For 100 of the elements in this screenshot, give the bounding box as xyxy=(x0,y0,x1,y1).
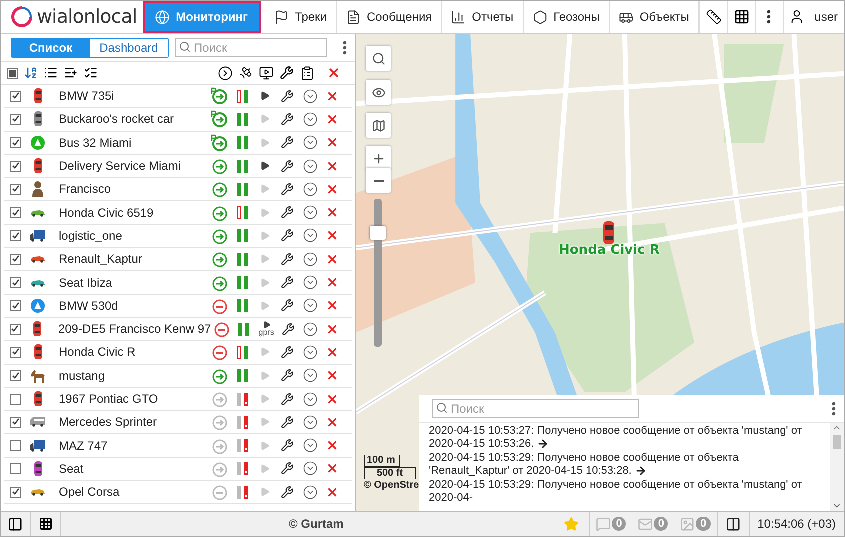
wrench-icon[interactable] xyxy=(281,462,294,476)
row-checkbox[interactable] xyxy=(10,346,21,358)
zoom-slider-thumb[interactable] xyxy=(370,226,386,240)
row-checkbox[interactable] xyxy=(10,440,21,452)
row-checkbox[interactable] xyxy=(10,463,21,474)
unit-name[interactable]: Mercedes Sprinter xyxy=(59,415,209,430)
row-checkbox[interactable] xyxy=(10,486,21,498)
delete-icon[interactable] xyxy=(326,136,340,150)
sort-button[interactable] xyxy=(24,66,38,80)
row-checkbox[interactable] xyxy=(10,184,21,195)
wrench-icon[interactable] xyxy=(282,322,296,336)
wrench-icon[interactable] xyxy=(281,346,294,359)
dropdown-icon[interactable] xyxy=(302,414,318,430)
unit-name[interactable]: Bus 32 Miami xyxy=(59,136,209,150)
more-button[interactable] xyxy=(832,402,836,416)
monitor-button[interactable] xyxy=(259,66,274,80)
wrench-icon[interactable] xyxy=(281,90,294,103)
unit-name[interactable]: BMW 530d xyxy=(59,298,209,313)
user-name[interactable]: user xyxy=(810,1,844,33)
wrench-icon[interactable] xyxy=(281,182,294,196)
wrench-icon[interactable] xyxy=(281,206,294,220)
wrench-icon[interactable] xyxy=(281,416,294,429)
dropdown-icon[interactable] xyxy=(302,88,318,104)
search-field[interactable]: Поиск xyxy=(175,38,327,57)
delete-icon[interactable] xyxy=(326,160,340,173)
unit-name[interactable]: MAZ 747 xyxy=(59,438,209,453)
wrench-icon[interactable] xyxy=(281,299,294,312)
clipboard-button[interactable] xyxy=(300,66,315,80)
delete-icon[interactable] xyxy=(326,276,340,290)
wrench-icon[interactable] xyxy=(281,160,294,173)
car-marker-icon[interactable] xyxy=(603,221,616,245)
row-checkbox[interactable] xyxy=(10,254,21,265)
unit-name[interactable]: 1967 Pontiac GTO xyxy=(59,392,209,406)
dropdown-icon[interactable] xyxy=(302,205,318,220)
row-checkbox[interactable] xyxy=(10,207,21,218)
dropdown-icon[interactable] xyxy=(303,322,318,337)
dropdown-icon[interactable] xyxy=(302,112,318,127)
delete-icon[interactable] xyxy=(326,182,340,196)
select-all-checkbox[interactable] xyxy=(7,68,18,78)
dropdown-icon[interactable] xyxy=(302,298,318,314)
more-button[interactable] xyxy=(343,40,347,54)
unit-name[interactable]: Honda Civic R xyxy=(59,345,209,360)
command-status[interactable]: gprs xyxy=(258,321,274,338)
delete-icon[interactable] xyxy=(326,439,340,452)
dropdown-icon[interactable] xyxy=(302,252,318,267)
play-icon[interactable] xyxy=(260,161,270,172)
wrench-icon[interactable] xyxy=(281,486,294,499)
unit-name[interactable]: logistic_one xyxy=(59,228,209,243)
wrench-button[interactable] xyxy=(280,66,294,80)
delete-icon[interactable] xyxy=(326,416,340,429)
dropdown-icon[interactable] xyxy=(302,344,318,360)
dropdown-icon[interactable] xyxy=(302,392,318,406)
unit-name[interactable]: Seat xyxy=(59,462,209,476)
delete-icon[interactable] xyxy=(326,369,340,382)
dropdown-icon[interactable] xyxy=(302,182,318,197)
row-checkbox[interactable] xyxy=(10,230,21,242)
row-checkbox[interactable] xyxy=(10,370,21,382)
scrollbar[interactable] xyxy=(830,423,844,511)
play-icon[interactable] xyxy=(260,91,270,102)
delete-button[interactable] xyxy=(327,66,341,80)
wrench-icon[interactable] xyxy=(281,392,294,406)
unit-name[interactable]: Renault_Kaptur xyxy=(59,252,209,266)
check-list-button[interactable] xyxy=(84,66,98,80)
wrench-icon[interactable] xyxy=(281,229,294,242)
row-checkbox[interactable] xyxy=(10,137,21,148)
wrench-icon[interactable] xyxy=(281,136,294,150)
star-icon[interactable] xyxy=(564,516,580,532)
unit-name[interactable]: Buckaroo's rocket car xyxy=(59,112,209,126)
map-layers-button[interactable] xyxy=(366,113,391,138)
motion-filter-button[interactable] xyxy=(218,66,233,80)
list-button[interactable] xyxy=(44,66,58,80)
visibility-button[interactable] xyxy=(366,80,391,105)
zoom-out-button[interactable] xyxy=(366,168,391,193)
unit-name[interactable]: BMW 735i xyxy=(59,89,209,104)
arrow-icon[interactable] xyxy=(634,465,647,478)
dropdown-icon[interactable] xyxy=(302,275,318,290)
dropdown-icon[interactable] xyxy=(302,461,318,476)
dropdown-icon[interactable] xyxy=(302,484,318,500)
unit-name[interactable]: Seat Ibiza xyxy=(59,276,209,290)
dropdown-icon[interactable] xyxy=(302,158,318,174)
row-checkbox[interactable] xyxy=(10,160,21,172)
add-list-button[interactable] xyxy=(64,66,78,80)
wrench-icon[interactable] xyxy=(281,276,294,290)
dropdown-icon[interactable] xyxy=(302,438,318,454)
unit-name[interactable]: 209-DE5 Francisco Kenw 97 xyxy=(58,322,212,336)
row-checkbox[interactable] xyxy=(10,394,21,404)
satellite-button[interactable] xyxy=(239,66,253,80)
delete-icon[interactable] xyxy=(326,206,340,220)
dropdown-icon[interactable] xyxy=(302,228,318,244)
scrollbar-thumb[interactable] xyxy=(833,435,841,449)
delete-icon[interactable] xyxy=(326,462,340,476)
delete-icon[interactable] xyxy=(326,392,340,406)
dropdown-icon[interactable] xyxy=(302,135,318,150)
columns-icon[interactable] xyxy=(726,516,741,532)
wrench-icon[interactable] xyxy=(281,112,294,126)
unit-name[interactable]: Delivery Service Miami xyxy=(59,159,209,174)
unit-name[interactable]: Honda Civic 6519 xyxy=(59,206,209,220)
unit-name[interactable]: Opel Corsa xyxy=(59,485,209,500)
delete-icon[interactable] xyxy=(326,486,340,499)
row-checkbox[interactable] xyxy=(10,114,21,125)
